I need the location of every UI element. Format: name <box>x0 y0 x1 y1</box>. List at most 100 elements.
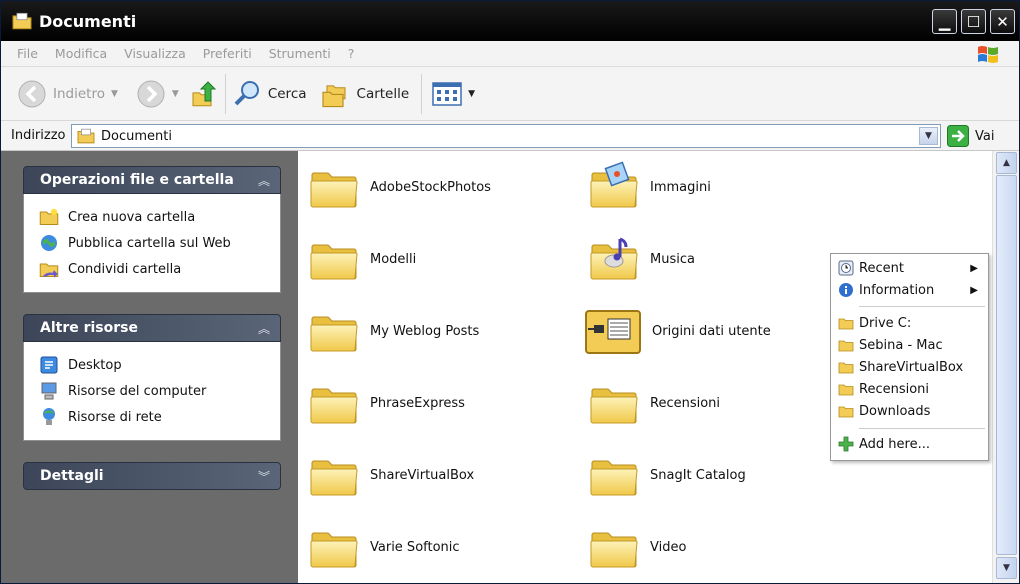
panel-title: Dettagli <box>40 468 104 484</box>
folder-icon <box>308 449 360 501</box>
chevron-up-icon: ▲ <box>1003 158 1010 168</box>
folder-item[interactable]: Recensioni <box>588 377 720 429</box>
folders-label: Cartelle <box>356 85 410 102</box>
close-icon: ✕ <box>996 12 1009 31</box>
search-icon <box>232 79 262 109</box>
menu-favorites[interactable]: Preferiti <box>203 46 252 61</box>
scroll-down-button[interactable]: ▼ <box>996 557 1017 579</box>
menu-bar: File Modifica Visualizza Preferiti Strum… <box>1 41 1019 67</box>
details-header[interactable]: Dettagli ︾ <box>23 462 281 490</box>
details-panel: Dettagli ︾ <box>23 462 281 490</box>
folder-icon <box>837 381 855 397</box>
minimize-button[interactable]: ▁ <box>932 9 957 34</box>
folders-button[interactable]: Cartelle <box>321 74 410 114</box>
forward-arrow-icon <box>136 79 166 109</box>
place-my-computer[interactable]: Risorse del computer <box>38 378 280 404</box>
other-places-header[interactable]: Altre risorse ︽ <box>23 314 281 342</box>
folder-item[interactable]: AdobeStockPhotos <box>308 161 491 213</box>
search-button[interactable]: Cerca <box>232 74 307 114</box>
minimize-icon: ▁ <box>938 12 951 31</box>
submenu-arrow-icon: ▶ <box>970 284 978 296</box>
address-label: Indirizzo <box>11 128 66 143</box>
menu-tools[interactable]: Strumenti <box>269 46 331 61</box>
folder-item[interactable]: SnagIt Catalog <box>588 449 746 501</box>
up-folder-icon <box>189 79 219 109</box>
computer-icon <box>38 381 60 401</box>
menu-view[interactable]: Visualizza <box>124 46 186 61</box>
folder-item[interactable]: Immagini <box>588 161 711 213</box>
folder-item[interactable]: Musica <box>588 233 695 285</box>
info-icon <box>837 282 855 298</box>
panel-title: Operazioni file e cartella <box>40 172 234 188</box>
vertical-scrollbar[interactable]: ▲ ▼ <box>992 151 1019 583</box>
menu-file[interactable]: File <box>17 46 38 61</box>
task-share-folder[interactable]: Condividi cartella <box>38 256 280 282</box>
address-path: Documenti <box>101 128 172 144</box>
menu-edit[interactable]: Modifica <box>55 46 107 61</box>
collapse-icon: ︽ <box>257 321 270 336</box>
menu-item-information[interactable]: Information ▶ <box>831 279 988 301</box>
folder-item[interactable]: Video <box>588 521 686 573</box>
data-sources-folder-icon <box>585 310 641 354</box>
folder-icon <box>837 403 855 419</box>
menu-item-place[interactable]: Sebina - Mac <box>831 334 988 356</box>
folder-item[interactable]: Varie Softonic <box>308 521 460 573</box>
window-title: Documenti <box>39 11 137 31</box>
toolbar-separator <box>224 73 226 114</box>
folder-icon <box>308 521 360 573</box>
menu-item-place[interactable]: Recensioni <box>831 378 988 400</box>
chevron-down-icon: ▼ <box>925 131 932 141</box>
context-menu: Recent ▶ Information ▶ Drive C: Sebina -… <box>830 253 989 461</box>
place-network[interactable]: Risorse di rete <box>38 404 280 430</box>
folder-icon <box>308 161 360 213</box>
folder-icon <box>837 337 855 353</box>
title-bar[interactable]: Documenti ▁ ☐ ✕ <box>1 1 1019 41</box>
folder-icon <box>11 12 33 30</box>
folder-icon <box>837 315 855 331</box>
maximize-button[interactable]: ☐ <box>961 9 986 34</box>
desktop-icon <box>38 355 60 375</box>
task-new-folder[interactable]: Crea nuova cartella <box>38 204 280 230</box>
address-input[interactable]: Documenti ▼ <box>71 124 941 148</box>
close-button[interactable]: ✕ <box>990 9 1015 34</box>
up-folder-button[interactable] <box>189 74 219 114</box>
folder-icon <box>308 305 360 357</box>
file-tasks-panel: Operazioni file e cartella ︽ Crea nuova … <box>23 166 281 293</box>
folder-icon <box>308 233 360 285</box>
windows-logo-icon <box>975 43 1001 65</box>
scroll-up-button[interactable]: ▲ <box>996 152 1017 174</box>
place-desktop[interactable]: Desktop <box>38 352 280 378</box>
documents-folder-icon <box>76 128 96 144</box>
search-label: Cerca <box>267 85 307 102</box>
folder-item[interactable]: Modelli <box>308 233 416 285</box>
explorer-window: Documenti ▁ ☐ ✕ File Modifica Visualizza… <box>0 0 1020 584</box>
menu-item-place[interactable]: ShareVirtualBox <box>831 356 988 378</box>
plus-icon <box>837 436 855 452</box>
folder-icon <box>308 377 360 429</box>
back-button[interactable]: Indietro ▼ <box>17 74 118 114</box>
menu-item-add-here[interactable]: Add here... <box>831 433 988 455</box>
chevron-down-icon[interactable]: ▼ <box>111 89 118 99</box>
maximize-icon: ☐ <box>966 12 981 31</box>
folder-item[interactable]: PhraseExpress <box>308 377 465 429</box>
file-tasks-header[interactable]: Operazioni file e cartella ︽ <box>23 166 281 194</box>
scroll-thumb[interactable] <box>996 175 1017 555</box>
chevron-down-icon[interactable]: ▼ <box>172 89 179 99</box>
chevron-down-icon[interactable]: ▼ <box>468 89 475 99</box>
menu-help[interactable]: ? <box>348 46 355 61</box>
clock-icon <box>837 260 855 276</box>
task-publish-web[interactable]: Pubblica cartella sul Web <box>38 230 280 256</box>
menu-item-place[interactable]: Downloads <box>831 400 988 422</box>
go-button[interactable]: Vai <box>947 125 994 147</box>
views-button[interactable]: ▼ <box>432 74 475 114</box>
menu-item-recent[interactable]: Recent ▶ <box>831 257 988 279</box>
folder-item[interactable]: Origini dati utente <box>584 305 771 357</box>
folder-item[interactable]: ShareVirtualBox <box>308 449 474 501</box>
menu-item-place[interactable]: Drive C: <box>831 312 988 334</box>
folder-item[interactable]: My Weblog Posts <box>308 305 479 357</box>
folder-icon <box>588 377 640 429</box>
address-dropdown-button[interactable]: ▼ <box>919 127 938 145</box>
forward-button[interactable]: ▼ <box>136 74 179 114</box>
views-icon <box>432 81 462 106</box>
task-pane: Operazioni file e cartella ︽ Crea nuova … <box>1 151 298 583</box>
